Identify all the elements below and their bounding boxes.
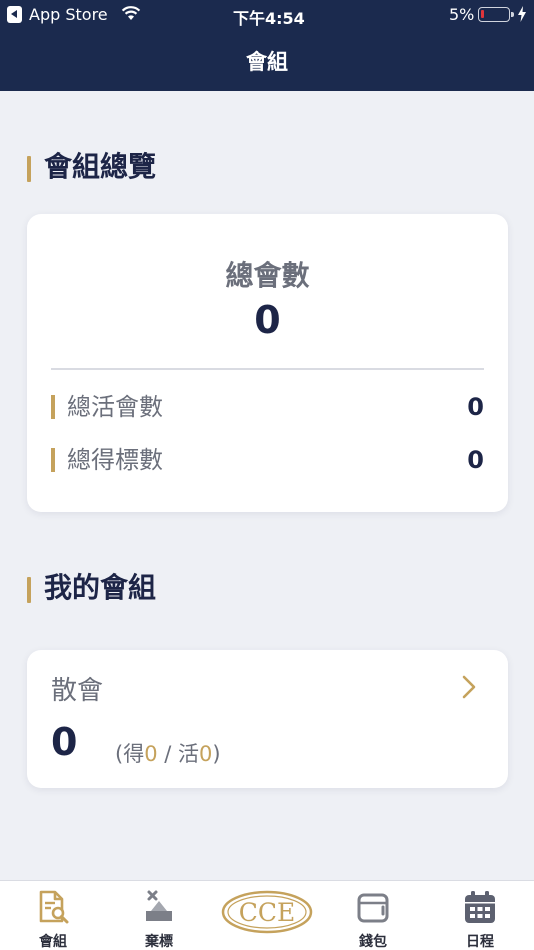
- tab-abandon-bid[interactable]: 棄標: [114, 881, 204, 950]
- back-app-icon[interactable]: [7, 6, 22, 23]
- my-groups-section-title: 我的會組: [27, 571, 156, 605]
- stat-label: 總得標數: [67, 446, 163, 474]
- calendar-icon: [465, 891, 495, 923]
- group-detail: (得0 / 活0): [115, 738, 221, 768]
- wifi-icon: [121, 6, 141, 20]
- tab-label: 錢包: [359, 934, 387, 950]
- cce-logo: CCE: [221, 890, 313, 934]
- total-groups-value: 0: [254, 298, 281, 342]
- chevron-right-icon: [462, 675, 476, 699]
- charging-bolt-icon: [518, 6, 526, 22]
- document-search-icon: [39, 890, 69, 924]
- page-title: 會組: [246, 50, 288, 74]
- detail-open: (得: [115, 742, 145, 766]
- tab-label: 日程: [466, 934, 494, 950]
- overview-section-title: 會組總覽: [27, 150, 156, 184]
- tab-label: 棄標: [145, 934, 173, 950]
- tab-groups[interactable]: 會組: [8, 881, 98, 950]
- stat-accent-bar: [51, 395, 55, 419]
- wallet-icon: [357, 893, 389, 923]
- active-count: 0: [199, 742, 213, 766]
- group-card[interactable]: 散會 0 (得0 / 活0): [27, 650, 508, 788]
- detail-close: ): [212, 742, 221, 766]
- battery-percent: 5%: [449, 5, 475, 24]
- tab-bar: 會組 棄標 CCE 錢包 日程: [0, 880, 534, 950]
- status-bar: App Store 下午4:54 5%: [0, 0, 534, 30]
- group-count: 0: [51, 720, 78, 764]
- tab-label: 會組: [39, 934, 67, 950]
- app-header: App Store 下午4:54 5% 會組: [0, 0, 534, 91]
- detail-sep: / 活: [157, 742, 200, 766]
- stat-accent-bar: [51, 448, 55, 472]
- back-app-label[interactable]: App Store: [29, 5, 108, 24]
- stat-row-active: 總活會數 0: [51, 390, 484, 424]
- stat-row-won: 總得標數 0: [51, 443, 484, 477]
- battery-icon: [478, 7, 514, 22]
- abandon-bid-icon: [146, 890, 172, 921]
- divider: [51, 368, 484, 370]
- status-time: 下午4:54: [233, 9, 305, 28]
- stat-value: 0: [467, 393, 484, 421]
- total-groups-label: 總會數: [225, 259, 310, 292]
- tab-wallet[interactable]: 錢包: [328, 881, 418, 950]
- group-name: 散會: [51, 676, 104, 706]
- stat-label: 總活會數: [67, 393, 163, 421]
- svg-text:CCE: CCE: [239, 898, 296, 927]
- won-count: 0: [144, 742, 158, 766]
- overview-card: 總會數 0 總活會數 0 總得標數 0: [27, 214, 508, 512]
- tab-schedule[interactable]: 日程: [435, 881, 525, 950]
- stat-value: 0: [467, 446, 484, 474]
- tab-cce[interactable]: CCE: [220, 889, 314, 935]
